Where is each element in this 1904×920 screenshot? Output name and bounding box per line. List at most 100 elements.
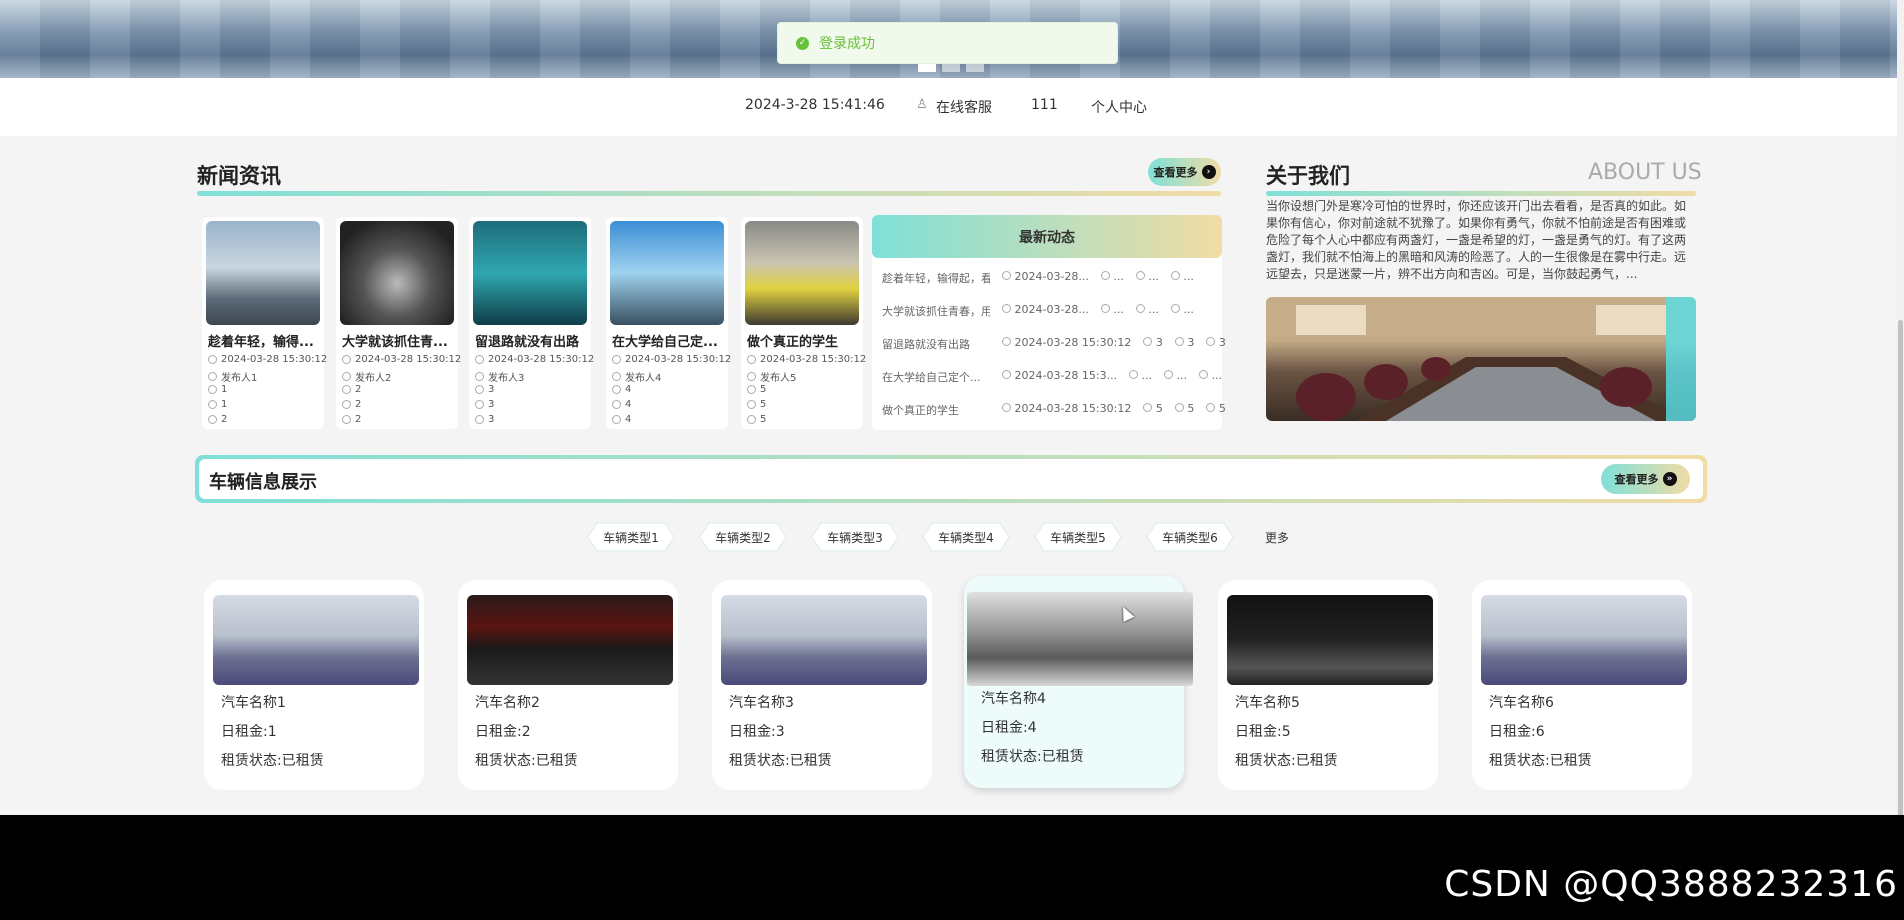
latest-news-row[interactable]: 留退路就没有出路 2024-03-28 15:30:12 3 3 3 (882, 336, 1226, 352)
news-card-likes: 1 (208, 384, 227, 395)
vehicle-card[interactable]: 汽车名称5 日租金:5 租赁状态:已租赁 (1218, 580, 1438, 790)
vehicle-card[interactable]: 汽车名称4 日租金:4 租赁状态:已租赁 (964, 576, 1193, 788)
tab-label: 车辆类型6 (1162, 530, 1218, 545)
news-card[interactable]: 留退路就没有出路 2024-03-28 15:30:12 发布人3 3 3 3 (469, 217, 594, 429)
news-more-button[interactable]: 查看更多 › (1148, 158, 1221, 186)
eye-icon (208, 415, 217, 424)
news-card-views: 3 (475, 414, 494, 425)
latest-news-date: 2024-03-28 15:30:12 (1002, 402, 1131, 418)
page-scrollbar[interactable] (1897, 0, 1904, 820)
vehicle-card[interactable]: 汽车名称6 日租金:6 租赁状态:已租赁 (1472, 580, 1692, 790)
news-card-author: 发布人4 (612, 369, 661, 384)
news-card-title[interactable]: 留退路就没有出路 (475, 331, 587, 350)
tab-vehicle-type-4[interactable]: 车辆类型4 (922, 522, 1010, 552)
news-card-collects: 4 (612, 399, 631, 410)
tab-more[interactable]: 更多 (1233, 522, 1321, 552)
news-card[interactable]: 大学就该抓住青... 2024-03-28 15:30:12 发布人2 2 2 … (336, 217, 461, 429)
username-link[interactable]: 111 (1031, 97, 1058, 113)
vehicle-image[interactable] (1481, 595, 1687, 685)
vehicle-card[interactable]: 汽车名称2 日租金:2 租赁状态:已租赁 (458, 580, 678, 790)
star-icon (1174, 403, 1184, 412)
news-car-image[interactable] (206, 221, 320, 325)
eye-icon (1170, 304, 1180, 313)
news-card[interactable]: 在大学给自己定... 2024-03-28 15:30:12 发布人4 4 4 … (606, 217, 731, 429)
latest-news-likes: ... (1100, 270, 1124, 286)
news-card-likes: 3 (475, 384, 494, 395)
news-card[interactable]: 趁着年轻，输得... 2024-03-28 15:30:12 发布人1 1 1 … (202, 217, 327, 429)
latest-news-collects: ... (1135, 303, 1159, 319)
news-card-author: 发布人2 (342, 369, 391, 384)
latest-news-collects: ... (1135, 270, 1159, 286)
person-icon: ♙ (916, 97, 928, 112)
vehicle-image[interactable] (1227, 595, 1433, 685)
current-datetime: 2024-3-28 15:41:46 (745, 97, 885, 113)
news-card-likes: 5 (747, 384, 766, 395)
vehicle-more-label: 查看更多 (1614, 473, 1659, 486)
news-car-image[interactable] (745, 221, 859, 325)
news-section-title: 新闻资讯 (197, 164, 281, 188)
vehicle-name: 汽车名称2 (475, 695, 540, 711)
tab-label: 车辆类型4 (938, 530, 994, 545)
star-icon (1135, 271, 1145, 280)
tab-vehicle-type-6[interactable]: 车辆类型6 (1146, 522, 1234, 552)
vehicle-image[interactable] (467, 595, 673, 685)
double-arrow-right-icon: » (1662, 472, 1677, 486)
latest-news-row[interactable]: 在大学给自己定个... 2024-03-28 15:3... ... ... .… (882, 369, 1222, 385)
vehicle-image[interactable] (213, 595, 419, 685)
latest-news-row[interactable]: 大学就该抓住青春，用... 2024-03-28... ... ... ... (882, 303, 1194, 319)
news-card-author: 发布人5 (747, 369, 796, 384)
vehicle-rent-status: 租赁状态:已租赁 (729, 753, 832, 769)
eye-icon (612, 415, 621, 424)
watermark: CSDN @QQ3888232316 (1444, 864, 1898, 905)
latest-news-title[interactable]: 留退路就没有出路 (882, 336, 990, 352)
latest-news-views: ... (1170, 303, 1194, 319)
vehicle-more-button[interactable]: 查看更多» (1601, 464, 1690, 494)
eye-icon (1206, 337, 1216, 346)
news-card-title[interactable]: 做个真正的学生 (747, 331, 859, 350)
tab-label: 更多 (1264, 530, 1289, 545)
personal-center-link[interactable]: 个人中心 (1091, 97, 1147, 117)
latest-news-title[interactable]: 做个真正的学生 (882, 402, 990, 418)
vehicle-image[interactable] (967, 592, 1193, 686)
thumb-up-icon (1129, 370, 1139, 379)
news-card-date: 2024-03-28 15:30:12 (747, 354, 866, 365)
thumb-up-icon (342, 385, 351, 394)
about-section-title-en: ABOUT US (1588, 160, 1702, 185)
latest-news-title[interactable]: 趁着年轻，输得起，看... (882, 270, 990, 286)
vehicle-card[interactable]: 汽车名称3 日租金:3 租赁状态:已租赁 (712, 580, 932, 790)
vehicle-daily-rent: 日租金:6 (1489, 724, 1545, 740)
tab-vehicle-type-2[interactable]: 车辆类型2 (699, 522, 787, 552)
arrow-right-icon: › (1201, 165, 1216, 179)
eye-icon (342, 415, 351, 424)
news-car-image[interactable] (340, 221, 454, 325)
news-car-image[interactable] (473, 221, 587, 325)
news-card[interactable]: 做个真正的学生 2024-03-28 15:30:12 发布人5 5 5 5 (741, 217, 866, 429)
news-card-title[interactable]: 大学就该抓住青... (342, 331, 454, 350)
eye-icon (1170, 271, 1180, 280)
latest-news-row[interactable]: 趁着年轻，输得起，看... 2024-03-28... ... ... ... (882, 270, 1194, 286)
thumb-up-icon (747, 385, 756, 394)
tab-vehicle-type-3[interactable]: 车辆类型3 (811, 522, 899, 552)
latest-news-collects: 5 (1174, 402, 1194, 418)
news-car-image[interactable] (610, 221, 724, 325)
news-card-title[interactable]: 趁着年轻，输得... (208, 331, 320, 350)
clock-icon (475, 355, 484, 364)
vehicle-card[interactable]: 汽车名称1 日租金:1 租赁状态:已租赁 (204, 580, 424, 790)
news-card-date: 2024-03-28 15:30:12 (612, 354, 731, 365)
online-service-link[interactable]: 在线客服 (936, 97, 992, 117)
person-icon (612, 372, 621, 381)
vehicle-image[interactable] (721, 595, 927, 685)
scrollbar-thumb[interactable] (1898, 320, 1903, 820)
tab-vehicle-type-5[interactable]: 车辆类型5 (1034, 522, 1122, 552)
vehicle-name: 汽车名称6 (1489, 695, 1554, 711)
news-card-author: 发布人1 (208, 369, 257, 384)
latest-news-row[interactable]: 做个真正的学生 2024-03-28 15:30:12 5 5 5 (882, 402, 1226, 418)
tab-vehicle-type-1[interactable]: 车辆类型1 (587, 522, 675, 552)
vehicle-daily-rent: 日租金:5 (1235, 724, 1291, 740)
news-more-label: 查看更多 (1153, 166, 1198, 179)
latest-news-title[interactable]: 大学就该抓住青春，用... (882, 303, 990, 319)
tab-label: 车辆类型1 (603, 530, 659, 545)
latest-news-title[interactable]: 在大学给自己定个... (882, 369, 990, 385)
news-card-title[interactable]: 在大学给自己定... (612, 331, 724, 350)
login-success-toast: ✓ 登录成功 (777, 22, 1118, 64)
